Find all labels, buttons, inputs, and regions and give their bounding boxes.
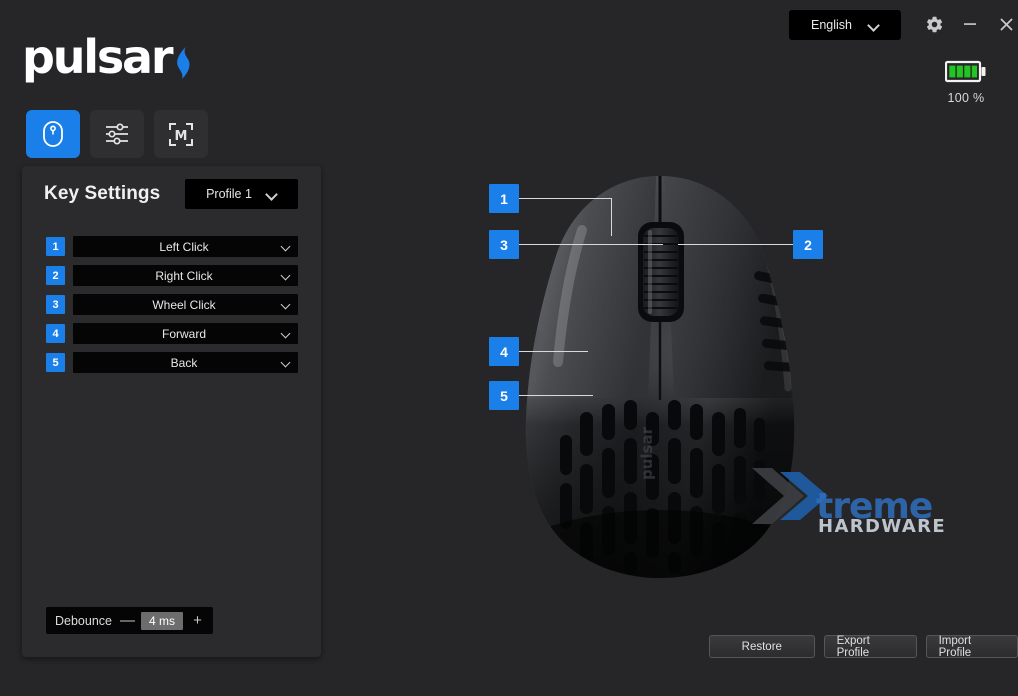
callout-badge-4[interactable]: 4 [489, 337, 519, 366]
tab-performance[interactable] [90, 110, 144, 158]
chevron-down-icon [281, 329, 291, 339]
debounce-decrement-button[interactable]: — [120, 613, 135, 628]
sliders-icon [106, 123, 128, 145]
profile-select-value: Profile 1 [206, 187, 252, 201]
close-button[interactable] [994, 12, 1018, 36]
chevron-down-icon [868, 20, 879, 31]
svg-text:pulsar: pulsar [638, 426, 656, 480]
profile-actions: Restore Export Profile Import Profile [709, 635, 1018, 659]
brand-logo: pulsar [22, 28, 190, 86]
key-binding-row-1: 1 Left Click [46, 236, 298, 257]
chevron-down-icon [281, 242, 291, 252]
restore-button[interactable]: Restore [709, 635, 815, 658]
callout-leader-1 [518, 198, 612, 199]
key-number-badge: 3 [46, 295, 65, 314]
key-binding-row-2: 2 Right Click [46, 265, 298, 286]
settings-button[interactable] [922, 12, 946, 36]
callout-badge-3[interactable]: 3 [489, 230, 519, 259]
debounce-stepper: Debounce — 4 ms + [46, 607, 213, 634]
key-number-badge: 5 [46, 353, 65, 372]
key-binding-value: Wheel Click [152, 297, 216, 312]
key-binding-select-1[interactable]: Left Click [73, 236, 298, 257]
battery-indicator: 100 % [934, 60, 998, 105]
debounce-label: Debounce [55, 613, 112, 628]
key-binding-select-2[interactable]: Right Click [73, 265, 298, 286]
close-icon [999, 17, 1013, 31]
minimize-icon [964, 23, 976, 25]
key-binding-select-5[interactable]: Back [73, 352, 298, 373]
export-profile-button[interactable]: Export Profile [823, 635, 917, 659]
battery-percent-label: 100 % [947, 91, 985, 105]
callout-badge-5[interactable]: 5 [489, 381, 519, 410]
language-select-value: English [811, 18, 852, 32]
import-profile-button[interactable]: Import Profile [925, 635, 1018, 659]
key-settings-header: Key Settings Profile 1 [22, 166, 321, 228]
svg-text:M: M [175, 129, 188, 144]
callout-leader-2 [678, 244, 793, 245]
key-binding-row-4: 4 Forward [46, 323, 298, 344]
key-binding-value: Back [170, 355, 198, 370]
chevron-down-icon [266, 189, 277, 200]
pulsar-bolt-icon [177, 47, 190, 79]
page-title: Key Settings [44, 183, 161, 204]
brand-logo-text: pulsar [22, 30, 174, 84]
key-binding-select-3[interactable]: Wheel Click [73, 294, 298, 315]
mouse-preview-stage: pulsar treme HARDWARE 1 3 4 5 2 [330, 150, 1018, 620]
callout-leader-3 [518, 244, 663, 245]
key-binding-value: Right Click [155, 268, 213, 283]
chevron-down-icon [281, 300, 291, 310]
key-number-badge: 4 [46, 324, 65, 343]
gear-icon [926, 16, 942, 32]
key-settings-panel: Key Settings Profile 1 1 Left Click 2 Ri… [22, 166, 321, 657]
chevron-down-icon [281, 271, 291, 281]
key-binding-row-3: 3 Wheel Click [46, 294, 298, 315]
macro-m-icon: M [169, 122, 193, 146]
callout-leader-5 [518, 395, 593, 396]
debounce-increment-button[interactable]: + [191, 613, 204, 628]
window-controls [922, 12, 1018, 36]
key-binding-select-4[interactable]: Forward [73, 323, 298, 344]
key-binding-value: Forward [161, 326, 206, 341]
callout-leader-1-vertical [611, 198, 612, 236]
battery-full-icon [944, 60, 986, 83]
chevron-down-icon [281, 358, 291, 368]
callout-badge-2[interactable]: 2 [793, 230, 823, 259]
language-select[interactable]: English [789, 10, 901, 40]
tab-macro[interactable]: M [154, 110, 208, 158]
pulsar-app-window: English 100 % pulsar M Key Settings Prof… [0, 0, 1018, 696]
key-binding-row-5: 5 Back [46, 352, 298, 373]
mouse-illustration: pulsar [525, 176, 795, 578]
key-number-badge: 1 [46, 237, 65, 256]
callout-leader-4 [518, 351, 588, 352]
profile-select[interactable]: Profile 1 [185, 179, 298, 209]
callout-badge-1[interactable]: 1 [489, 184, 519, 213]
main-tabs: M [26, 110, 208, 158]
minimize-button[interactable] [958, 12, 982, 36]
key-binding-value: Left Click [159, 239, 209, 254]
key-number-badge: 2 [46, 266, 65, 285]
key-binding-list: 1 Left Click 2 Right Click 3 Wheel Click [46, 236, 298, 381]
tab-mouse[interactable] [26, 110, 80, 158]
mouse-icon [43, 121, 63, 147]
debounce-value: 4 ms [141, 611, 183, 630]
